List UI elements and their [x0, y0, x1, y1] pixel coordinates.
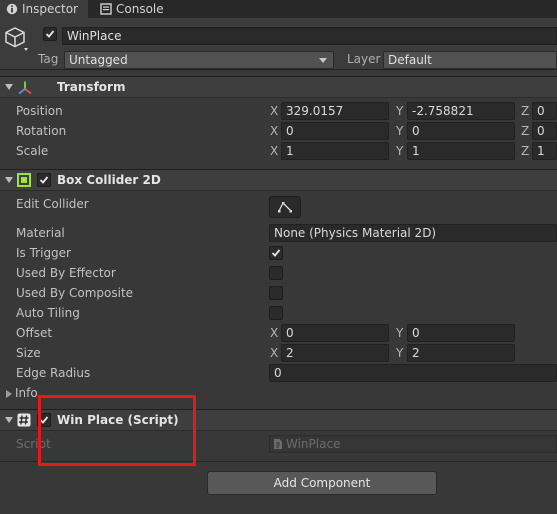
axis-z-label[interactable]: Z [521, 144, 529, 158]
gameobject-active-checkbox[interactable] [43, 27, 57, 41]
tab-console-label: Console [116, 2, 164, 16]
used-by-effector-label[interactable]: Used By Effector [16, 266, 116, 280]
axis-x-label[interactable]: X [270, 346, 278, 360]
script-field: WinPlace [269, 435, 557, 453]
used-by-composite-checkbox[interactable] [269, 286, 283, 300]
auto-tiling-checkbox[interactable] [269, 306, 283, 320]
tab-inspector[interactable]: Inspector [0, 0, 88, 18]
axis-y-label[interactable]: Y [396, 124, 403, 138]
highlight-rectangle [38, 395, 196, 466]
layer-value: Default [388, 53, 432, 67]
gameobject-name-field[interactable]: WinPlace [62, 27, 557, 45]
checkmark-icon [45, 30, 55, 38]
edit-collider-icon [278, 201, 292, 213]
foldout-arrow-icon[interactable] [5, 84, 13, 90]
info-icon [6, 3, 18, 15]
material-field[interactable]: None (Physics Material 2D) [269, 224, 557, 242]
size-label[interactable]: Size [16, 346, 41, 360]
offset-x-field[interactable]: 0 [281, 324, 389, 342]
box-collider-header[interactable]: Box Collider 2D [0, 169, 557, 191]
auto-tiling-label[interactable]: Auto Tiling [16, 306, 80, 320]
material-label[interactable]: Material [16, 226, 65, 240]
scale-x-field[interactable]: 1 [281, 142, 389, 160]
size-y-field[interactable]: 2 [407, 344, 515, 362]
edit-collider-label: Edit Collider [16, 197, 89, 211]
position-z-field[interactable]: 0 [532, 102, 557, 120]
axis-x-label[interactable]: X [270, 144, 278, 158]
rotation-y-field[interactable]: 0 [407, 122, 515, 140]
gameobject-header: WinPlace Tag Untagged Layer Default [0, 18, 557, 70]
size-x-field[interactable]: 2 [281, 344, 389, 362]
position-label[interactable]: Position [16, 104, 63, 118]
info-label: Info [15, 386, 38, 400]
tab-bar: Inspector Console [0, 0, 557, 18]
axis-y-label[interactable]: Y [396, 346, 403, 360]
scale-y-field[interactable]: 1 [407, 142, 515, 160]
rotation-x-field[interactable]: 0 [281, 122, 389, 140]
foldout-arrow-icon[interactable] [5, 177, 13, 183]
edge-radius-label[interactable]: Edge Radius [16, 366, 90, 380]
tag-dropdown[interactable]: Untagged [64, 51, 334, 69]
rotation-label[interactable]: Rotation [16, 124, 66, 138]
position-x-field[interactable]: 329.0157 [281, 102, 389, 120]
script-file-icon [274, 439, 282, 449]
scale-label[interactable]: Scale [16, 144, 48, 158]
script-hash-icon [17, 413, 31, 427]
checkmark-icon [39, 176, 49, 184]
checkmark-icon [271, 249, 281, 257]
offset-y-field[interactable]: 0 [407, 324, 515, 342]
axis-y-label[interactable]: Y [396, 144, 403, 158]
scale-z-field[interactable]: 1 [532, 142, 557, 160]
transform-axes-icon [18, 81, 32, 95]
is-trigger-label[interactable]: Is Trigger [16, 246, 71, 260]
tag-label: Tag [38, 52, 59, 66]
add-component-button[interactable]: Add Component [207, 471, 437, 495]
axis-z-label[interactable]: Z [521, 104, 529, 118]
chevron-down-icon [319, 58, 327, 63]
transform-header[interactable]: Transform [0, 76, 557, 98]
layer-label: Layer [347, 52, 381, 66]
tab-console[interactable]: Console [94, 0, 170, 18]
box-collider-icon [17, 173, 31, 187]
is-trigger-checkbox[interactable] [269, 246, 283, 260]
axis-y-label[interactable]: Y [396, 104, 403, 118]
script-value: WinPlace [286, 437, 341, 451]
position-y-field[interactable]: -2.758821 [407, 102, 515, 120]
used-by-composite-label[interactable]: Used By Composite [16, 286, 133, 300]
rotation-z-field[interactable]: 0 [532, 122, 557, 140]
box-collider-title: Box Collider 2D [57, 173, 161, 187]
tab-inspector-label: Inspector [22, 2, 78, 16]
layer-dropdown[interactable]: Default [383, 51, 557, 69]
console-icon [100, 3, 112, 15]
offset-label[interactable]: Offset [16, 326, 52, 340]
axis-x-label[interactable]: X [270, 124, 278, 138]
used-by-effector-checkbox[interactable] [269, 266, 283, 280]
foldout-arrow-icon[interactable] [5, 417, 13, 423]
transform-title: Transform [57, 80, 126, 94]
box-collider-enabled-checkbox[interactable] [37, 173, 51, 187]
chevron-right-icon [6, 390, 12, 398]
axis-x-label[interactable]: X [270, 104, 278, 118]
axis-y-label[interactable]: Y [396, 326, 403, 340]
gameobject-cube-icon[interactable] [4, 26, 32, 56]
tag-value: Untagged [69, 53, 128, 67]
axis-z-label[interactable]: Z [521, 124, 529, 138]
edit-collider-button[interactable] [269, 196, 301, 218]
axis-x-label[interactable]: X [270, 326, 278, 340]
edge-radius-field[interactable]: 0 [269, 364, 557, 382]
